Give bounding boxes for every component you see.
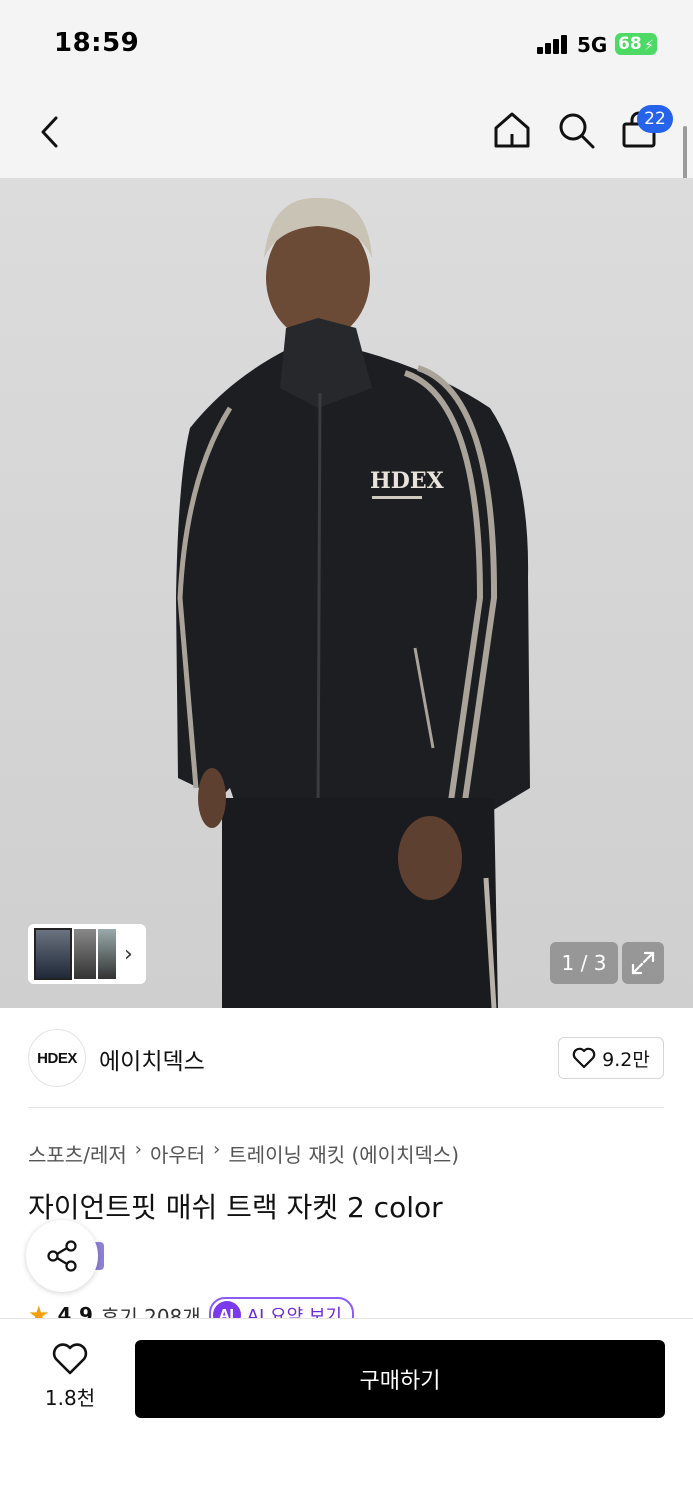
brand-like-button[interactable]: 9.2만 <box>558 1037 664 1079</box>
heart-icon <box>52 1343 88 1375</box>
wishlist-button[interactable]: 1.8천 <box>30 1342 110 1411</box>
expand-icon <box>631 951 655 975</box>
breadcrumb: 스포츠/레저 › 아우터 › 트레이닝 재킷 (에이치덱스) <box>28 1139 459 1168</box>
share-button[interactable] <box>26 1220 98 1292</box>
network-label: 5G <box>577 33 608 57</box>
home-button[interactable] <box>490 108 534 152</box>
share-icon <box>47 1240 77 1272</box>
thumbnail-1[interactable] <box>34 928 72 980</box>
brand-name[interactable]: 에이치덱스 <box>99 1042 205 1076</box>
cart-count-badge: 22 <box>637 105 673 133</box>
svg-text:HDEX: HDEX <box>370 468 445 494</box>
home-icon <box>494 112 530 148</box>
chevron-right-icon: › <box>213 1139 221 1160</box>
wishlist-count: 1.8천 <box>44 1386 96 1410</box>
chevron-right-icon: › <box>124 941 133 967</box>
chevron-left-icon <box>41 116 58 148</box>
product-image[interactable]: HDEX › 1 / 3 <box>0 178 693 1008</box>
charging-icon: ⚡ <box>644 38 654 54</box>
divider <box>28 1107 664 1108</box>
expand-button[interactable] <box>622 942 664 984</box>
product-photo: HDEX <box>176 197 530 1008</box>
breadcrumb-item[interactable]: 스포츠/레저 <box>28 1139 127 1168</box>
signal-icon <box>537 34 569 54</box>
brand-logo[interactable]: HDEX <box>28 1029 86 1087</box>
status-time: 18:59 <box>54 28 140 58</box>
search-button[interactable] <box>554 108 598 152</box>
top-nav <box>0 88 693 178</box>
image-page-indicator: 1 / 3 <box>550 942 618 984</box>
buy-button[interactable]: 구매하기 <box>135 1340 665 1418</box>
back-button[interactable] <box>28 110 72 154</box>
breadcrumb-item[interactable]: 트레이닝 재킷 (에이치덱스) <box>228 1139 459 1168</box>
thumbnail-3[interactable] <box>98 929 116 979</box>
breadcrumb-item[interactable]: 아우터 <box>150 1139 205 1168</box>
brand-like-count: 9.2만 <box>602 1048 650 1071</box>
search-icon <box>559 113 595 149</box>
product-title: 자이언트핏 매쉬 트랙 자켓 2 color <box>28 1191 443 1224</box>
thumbnail-2[interactable] <box>74 929 96 979</box>
status-bar: 18:59 5G 68 ⚡ <box>0 0 693 88</box>
chevron-right-icon: › <box>134 1139 142 1160</box>
thumbnail-strip[interactable]: › <box>28 924 146 984</box>
battery-level: 68 <box>618 34 642 54</box>
heart-icon <box>572 1047 596 1069</box>
battery-icon: 68 ⚡ <box>615 33 657 55</box>
